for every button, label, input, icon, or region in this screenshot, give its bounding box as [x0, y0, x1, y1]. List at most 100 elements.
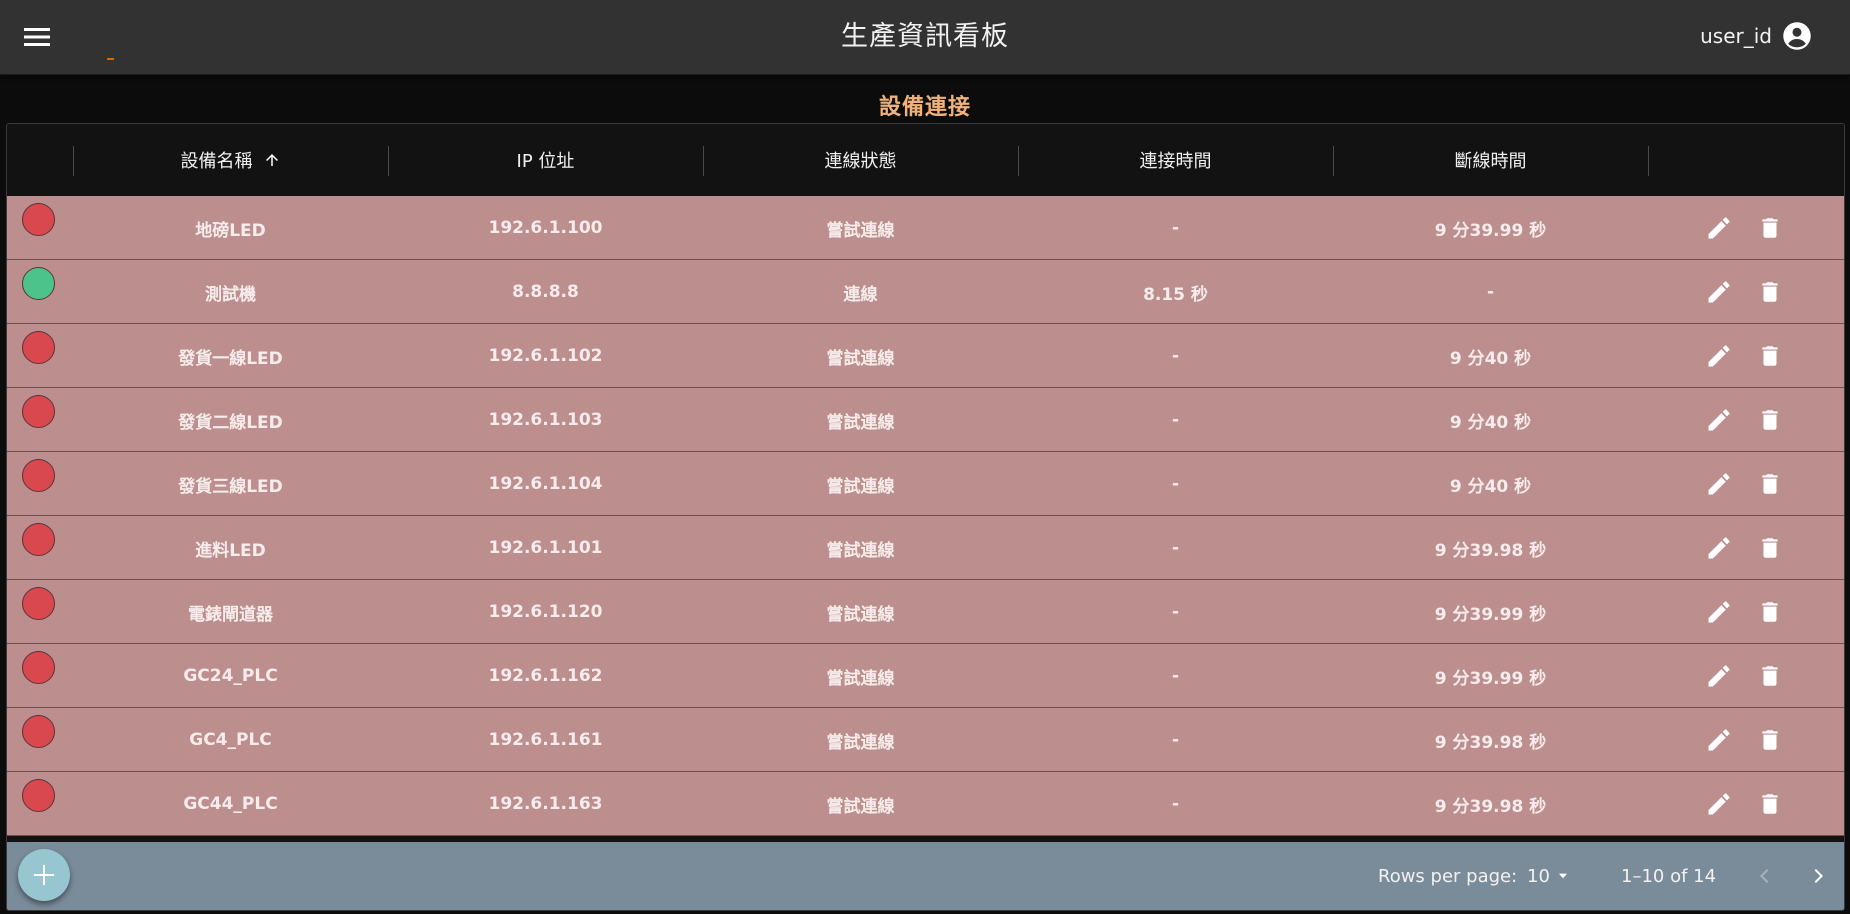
- next-page-button[interactable]: [1801, 859, 1835, 893]
- edit-button[interactable]: [1704, 725, 1734, 755]
- table-row[interactable]: GC24_PLC 192.6.1.162 嘗試連線 - 9 分39.99 秒: [7, 644, 1844, 708]
- delete-button[interactable]: [1755, 469, 1785, 499]
- column-header-label: 斷線時間: [1454, 151, 1527, 172]
- table-row[interactable]: 發貨一線LED 192.6.1.102 嘗試連線 - 9 分40 秒: [7, 324, 1844, 388]
- caret-down-icon: [1558, 873, 1567, 879]
- cell-status: 嘗試連線: [826, 668, 895, 689]
- column-header-status[interactable]: 連線狀態: [703, 124, 1018, 196]
- app-title: 生產資訊看板: [841, 21, 1009, 52]
- cell-status: 嘗試連線: [826, 412, 895, 433]
- cell-ip: 192.6.1.163: [488, 794, 603, 814]
- delete-button[interactable]: [1755, 277, 1785, 307]
- trash-icon: [1762, 474, 1778, 494]
- cell-ip: 8.8.8.8: [512, 282, 579, 302]
- table-row[interactable]: 進料LED 192.6.1.101 嘗試連線 - 9 分39.98 秒: [7, 516, 1844, 580]
- column-header-label: 設備名稱: [180, 151, 253, 172]
- delete-button[interactable]: [1755, 661, 1785, 691]
- edit-button[interactable]: [1704, 213, 1734, 243]
- delete-button[interactable]: [1755, 213, 1785, 243]
- cell-ip: 192.6.1.102: [488, 346, 603, 366]
- cell-connect-time: -: [1171, 794, 1180, 814]
- sort-ascending-icon[interactable]: [263, 151, 281, 169]
- cell-device-name: 進料LED: [195, 540, 266, 561]
- table-row[interactable]: 測試機 8.8.8.8 連線 8.15 秒 -: [7, 260, 1844, 324]
- cell-disconnect-time: 9 分39.98 秒: [1434, 796, 1547, 817]
- cell-status: 嘗試連線: [826, 796, 895, 817]
- cell-device-name: 發貨三線LED: [178, 476, 283, 497]
- edit-button[interactable]: [1704, 661, 1734, 691]
- cell-connect-time: -: [1171, 346, 1180, 366]
- table-row[interactable]: 發貨三線LED 192.6.1.104 嘗試連線 - 9 分40 秒: [7, 452, 1844, 516]
- edit-button[interactable]: [1704, 277, 1734, 307]
- cell-device-name: GC24_PLC: [183, 666, 278, 686]
- cell-connect-time: -: [1171, 666, 1180, 686]
- pagination-range: 1–10 of 14: [1621, 866, 1717, 887]
- status-indicator: [22, 395, 55, 428]
- status-indicator: [22, 203, 55, 236]
- menu-indicator: [107, 58, 114, 60]
- pencil-icon: [1708, 217, 1730, 239]
- cell-device-name: 發貨二線LED: [178, 412, 283, 433]
- pencil-icon: [1708, 281, 1730, 303]
- status-indicator: [22, 523, 55, 556]
- delete-button[interactable]: [1755, 533, 1785, 563]
- cell-ip: 192.6.1.101: [488, 538, 603, 558]
- status-indicator: [22, 459, 55, 492]
- device-table: 設備名稱 IP 位址 連線狀態 連接時間 斷線時間 地磅LED 192.6.1.1…: [6, 123, 1845, 911]
- cell-disconnect-time: 9 分39.99 秒: [1434, 668, 1547, 689]
- rows-per-page-value: 10: [1527, 865, 1550, 887]
- table-row[interactable]: GC44_PLC 192.6.1.163 嘗試連線 - 9 分39.98 秒: [7, 772, 1844, 836]
- trash-icon: [1762, 602, 1778, 622]
- edit-button[interactable]: [1704, 405, 1734, 435]
- cell-ip: 192.6.1.162: [488, 666, 603, 686]
- cell-ip: 192.6.1.103: [488, 410, 603, 430]
- column-header-connect-time[interactable]: 連接時間: [1018, 124, 1333, 196]
- pencil-icon: [1708, 409, 1730, 431]
- cell-status: 嘗試連線: [826, 732, 895, 753]
- edit-button[interactable]: [1704, 597, 1734, 627]
- edit-button[interactable]: [1704, 533, 1734, 563]
- column-header-disconnect-time[interactable]: 斷線時間: [1333, 124, 1648, 196]
- edit-button[interactable]: [1704, 789, 1734, 819]
- trash-icon: [1762, 666, 1778, 686]
- cell-connect-time: -: [1171, 538, 1180, 558]
- table-row[interactable]: 發貨二線LED 192.6.1.103 嘗試連線 - 9 分40 秒: [7, 388, 1844, 452]
- plus-icon: [34, 865, 54, 885]
- chevron-left-icon: [1760, 869, 1769, 883]
- table-row[interactable]: GC4_PLC 192.6.1.161 嘗試連線 - 9 分39.98 秒: [7, 708, 1844, 772]
- delete-button[interactable]: [1755, 341, 1785, 371]
- delete-button[interactable]: [1755, 597, 1785, 627]
- cell-connect-time: 8.15 秒: [1143, 284, 1208, 305]
- cell-connect-time: -: [1171, 730, 1180, 750]
- delete-button[interactable]: [1755, 725, 1785, 755]
- rows-per-page-select[interactable]: 10: [1527, 860, 1587, 892]
- status-indicator: [22, 715, 55, 748]
- table-header: 設備名稱 IP 位址 連線狀態 連接時間 斷線時間: [7, 124, 1844, 196]
- table-footer: Rows per page: 10 1–10 of 14: [7, 842, 1844, 910]
- delete-button[interactable]: [1755, 405, 1785, 435]
- delete-button[interactable]: [1755, 789, 1785, 819]
- pencil-icon: [1708, 537, 1730, 559]
- cell-connect-time: -: [1171, 474, 1180, 494]
- cell-device-name: GC4_PLC: [189, 730, 272, 750]
- cell-status: 連線: [843, 284, 878, 305]
- add-device-button[interactable]: [18, 849, 70, 901]
- table-row[interactable]: 地磅LED 192.6.1.100 嘗試連線 - 9 分39.99 秒: [7, 196, 1844, 260]
- cell-device-name: GC44_PLC: [183, 794, 278, 814]
- cell-connect-time: -: [1171, 218, 1180, 238]
- edit-button[interactable]: [1704, 469, 1734, 499]
- status-indicator: [22, 651, 55, 684]
- column-header-device-name[interactable]: 設備名稱: [73, 124, 388, 196]
- cell-disconnect-time: 9 分39.98 秒: [1434, 540, 1547, 561]
- rows-per-page-label: Rows per page:: [1378, 866, 1518, 887]
- table-row[interactable]: 電錶閘道器 192.6.1.120 嘗試連線 - 9 分39.99 秒: [7, 580, 1844, 644]
- previous-page-button[interactable]: [1748, 859, 1782, 893]
- pencil-icon: [1708, 473, 1730, 495]
- pencil-icon: [1708, 345, 1730, 367]
- user-menu[interactable]: user_id: [1700, 18, 1812, 54]
- status-indicator: [22, 587, 55, 620]
- user-name: user_id: [1700, 24, 1772, 48]
- edit-button[interactable]: [1704, 341, 1734, 371]
- cell-device-name: 測試機: [205, 284, 256, 305]
- column-header-ip[interactable]: IP 位址: [388, 124, 703, 196]
